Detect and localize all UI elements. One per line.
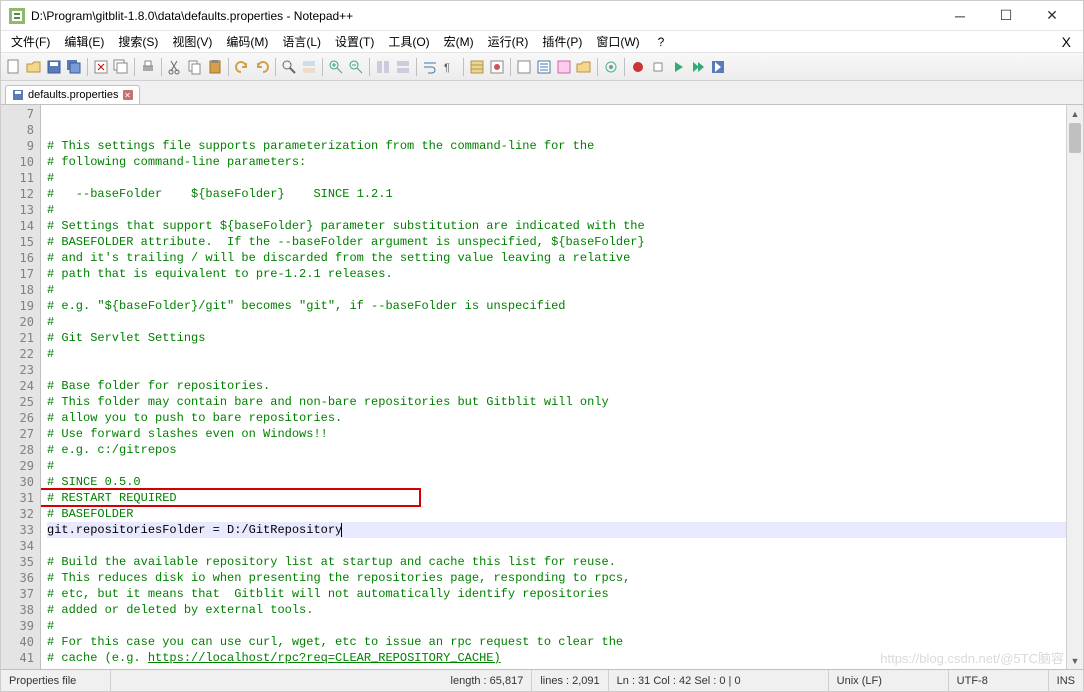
scroll-up-icon[interactable]: ▲ xyxy=(1067,105,1083,122)
scroll-thumb[interactable] xyxy=(1069,123,1081,153)
folder-icon[interactable] xyxy=(575,58,593,76)
code-content[interactable]: # This settings file supports parameteri… xyxy=(41,105,1066,669)
title-bar: D:\Program\gitblit-1.8.0\data\defaults.p… xyxy=(1,1,1083,31)
menu-file[interactable]: 文件(F) xyxy=(5,31,56,52)
save-macro-icon[interactable] xyxy=(709,58,727,76)
save-icon[interactable] xyxy=(45,58,63,76)
menu-plugins[interactable]: 插件(P) xyxy=(536,31,588,52)
vertical-scrollbar[interactable]: ▲ ▼ xyxy=(1066,105,1083,669)
status-file-type: Properties file xyxy=(1,670,111,691)
menu-edit[interactable]: 编辑(E) xyxy=(58,31,110,52)
indent-guide-icon[interactable] xyxy=(468,58,486,76)
status-bar: Properties file length : 65,817 lines : … xyxy=(1,669,1083,691)
new-file-icon[interactable] xyxy=(5,58,23,76)
print-icon[interactable] xyxy=(139,58,157,76)
menu-search[interactable]: 搜索(S) xyxy=(112,31,164,52)
monitor-icon[interactable] xyxy=(602,58,620,76)
zoom-out-icon[interactable] xyxy=(347,58,365,76)
menu-macro[interactable]: 宏(M) xyxy=(438,31,480,52)
status-position: Ln : 31 Col : 42 Sel : 0 | 0 xyxy=(609,670,829,691)
app-icon xyxy=(9,8,25,24)
open-file-icon[interactable] xyxy=(25,58,43,76)
menu-run[interactable]: 运行(R) xyxy=(482,31,535,52)
scroll-down-icon[interactable]: ▼ xyxy=(1067,652,1083,669)
maximize-button[interactable]: ☐ xyxy=(983,1,1029,31)
menu-help[interactable]: ? xyxy=(652,33,671,51)
tab-label: defaults.properties xyxy=(28,89,119,101)
status-encoding: UTF-8 xyxy=(949,670,1049,691)
redo-icon[interactable] xyxy=(253,58,271,76)
doc-map-icon[interactable] xyxy=(515,58,533,76)
line-number-gutter: 7891011121314151617181920212223242526272… xyxy=(1,105,41,669)
editor-area: 7891011121314151617181920212223242526272… xyxy=(1,105,1083,669)
tab-bar: defaults.properties ✕ xyxy=(1,81,1083,105)
window-title: D:\Program\gitblit-1.8.0\data\defaults.p… xyxy=(31,9,937,23)
toolbar: ¶ xyxy=(1,53,1083,81)
menu-language[interactable]: 语言(L) xyxy=(276,31,327,52)
play-icon[interactable] xyxy=(669,58,687,76)
replace-icon[interactable] xyxy=(300,58,318,76)
status-lines: lines : 2,091 xyxy=(532,670,608,691)
close-icon[interactable] xyxy=(92,58,110,76)
menu-window[interactable]: 窗口(W) xyxy=(590,31,645,52)
status-length: length : 65,817 xyxy=(443,670,533,691)
cut-icon[interactable] xyxy=(166,58,184,76)
file-icon xyxy=(12,89,24,101)
record-icon[interactable] xyxy=(629,58,647,76)
sync-v-icon[interactable] xyxy=(374,58,392,76)
save-all-icon[interactable] xyxy=(65,58,83,76)
stop-icon[interactable] xyxy=(649,58,667,76)
doc-list-icon[interactable] xyxy=(535,58,553,76)
play-multi-icon[interactable] xyxy=(689,58,707,76)
sync-h-icon[interactable] xyxy=(394,58,412,76)
menu-settings[interactable]: 设置(T) xyxy=(329,31,380,52)
undo-icon[interactable] xyxy=(233,58,251,76)
find-icon[interactable] xyxy=(280,58,298,76)
show-all-chars-icon[interactable]: ¶ xyxy=(441,58,459,76)
menu-tools[interactable]: 工具(O) xyxy=(382,31,435,52)
wordwrap-icon[interactable] xyxy=(421,58,439,76)
paste-icon[interactable] xyxy=(206,58,224,76)
close-button[interactable]: ✕ xyxy=(1029,1,1075,31)
menu-view[interactable]: 视图(V) xyxy=(166,31,218,52)
tab-close-icon[interactable]: ✕ xyxy=(123,90,133,100)
tab-active[interactable]: defaults.properties ✕ xyxy=(5,85,140,104)
lang-udl-icon[interactable] xyxy=(488,58,506,76)
svg-text:¶: ¶ xyxy=(444,62,450,74)
status-eol: Unix (LF) xyxy=(829,670,949,691)
menu-close-doc[interactable]: X xyxy=(1056,32,1079,52)
minimize-button[interactable]: ─ xyxy=(937,1,983,31)
menu-bar: 文件(F) 编辑(E) 搜索(S) 视图(V) 编码(M) 语言(L) 设置(T… xyxy=(1,31,1083,53)
copy-icon[interactable] xyxy=(186,58,204,76)
status-insert-mode: INS xyxy=(1049,670,1083,691)
menu-encoding[interactable]: 编码(M) xyxy=(220,31,274,52)
zoom-in-icon[interactable] xyxy=(327,58,345,76)
close-all-icon[interactable] xyxy=(112,58,130,76)
func-list-icon[interactable] xyxy=(555,58,573,76)
